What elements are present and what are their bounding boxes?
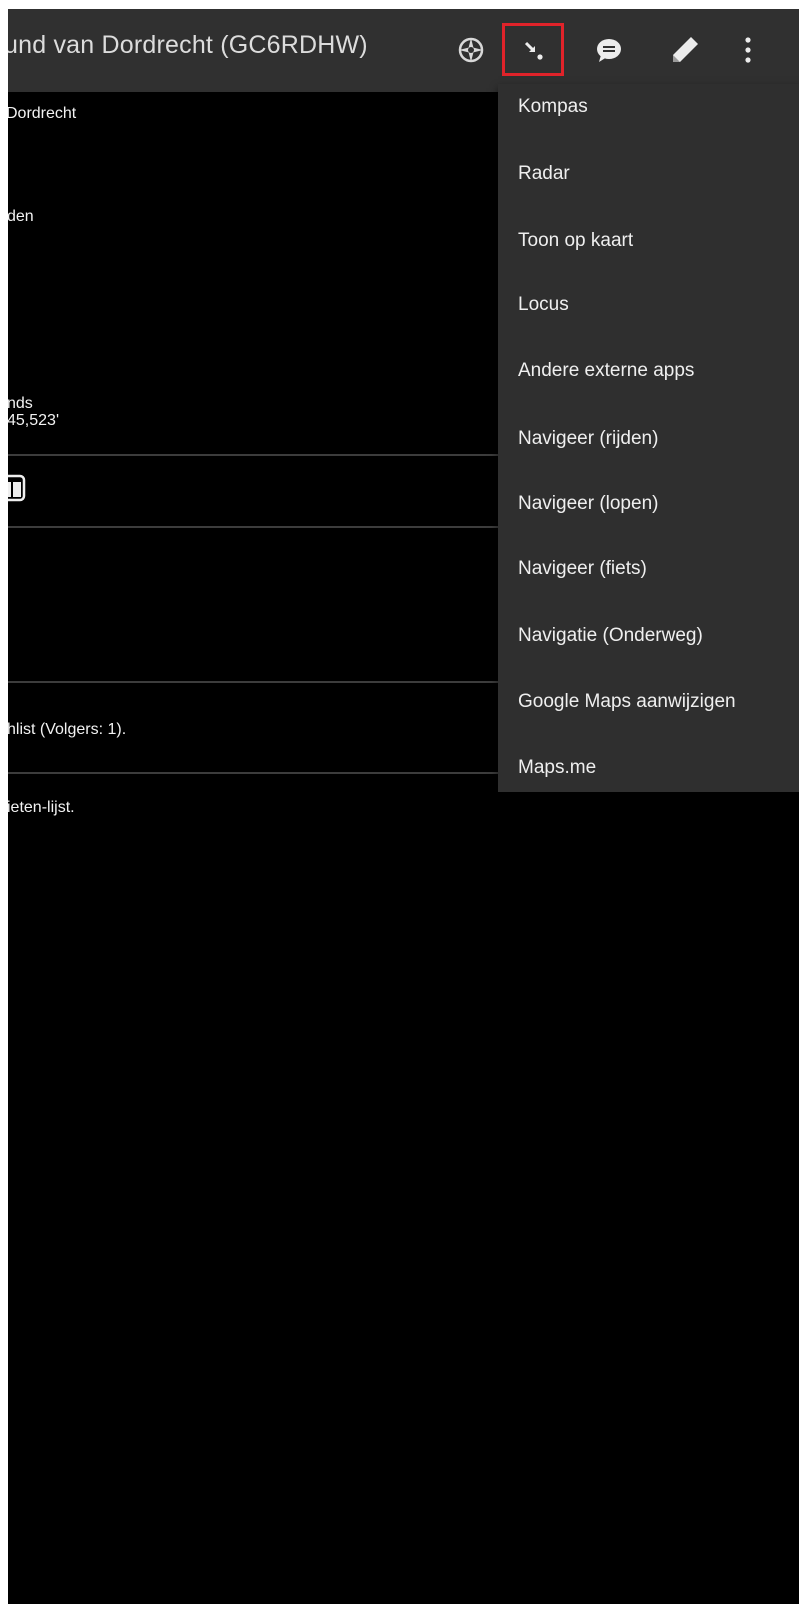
menu-item-locus[interactable]: Locus [498,272,799,337]
menu-item-navigatie-onderweg[interactable]: Navigatie (Onderweg) [498,603,799,668]
detail-text-coordinates-value: 45,523' [8,412,59,429]
menu-item-google-maps-aanwijzigen[interactable]: Google Maps aanwijzigen [498,669,799,734]
app-screen: und van Dordrecht (GC6RDHW) Dordrecht de… [8,9,799,1604]
compass-icon[interactable] [446,25,496,75]
menu-item-maps-me[interactable]: Maps.me [498,735,799,800]
divider [8,454,499,456]
menu-item-andere-externe-apps[interactable]: Andere externe apps [498,338,799,403]
menu-item-navigeer-lopen[interactable]: Navigeer (lopen) [498,471,799,536]
divider [8,526,499,528]
page-title: und van Dordrecht (GC6RDHW) [8,31,368,59]
navigation-dropdown-menu: Kompas Radar Toon op kaart Locus Andere … [498,84,799,792]
menu-item-radar[interactable]: Radar [498,141,799,206]
calendar-icon[interactable] [8,473,28,503]
menu-item-navigeer-fiets[interactable]: Navigeer (fiets) [498,536,799,601]
detail-text-location: Dordrecht [8,105,77,122]
menu-item-toon-op-kaart[interactable]: Toon op kaart [498,208,799,273]
divider [8,681,499,683]
detail-text-watchlist: hlist (Volgers: 1). [8,721,127,738]
chat-bubble-icon[interactable] [584,25,634,75]
navigate-icon[interactable] [508,25,558,75]
divider [8,772,499,774]
more-vertical-icon[interactable] [723,25,773,75]
pencil-icon[interactable] [660,25,710,75]
detail-text-favorites: ieten-lijst. [8,799,75,816]
detail-text-coordinates-label: nds [8,395,33,412]
detail-text-terrain: den [8,208,34,225]
menu-item-kompas[interactable]: Kompas [498,74,799,139]
menu-item-navigeer-rijden[interactable]: Navigeer (rijden) [498,406,799,471]
